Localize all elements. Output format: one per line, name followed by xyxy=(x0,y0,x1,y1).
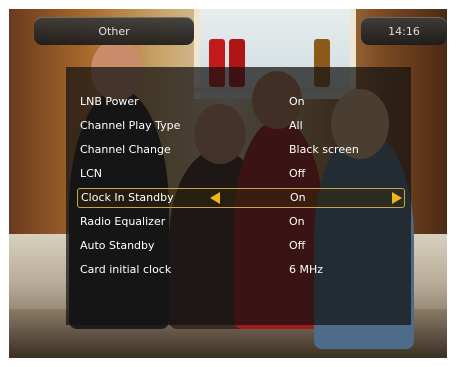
menu-item-label: Card initial clock xyxy=(80,263,172,276)
menu-item-channel-change[interactable]: Channel Change Black screen xyxy=(77,140,403,160)
menu-item-value: On xyxy=(289,95,305,108)
menu-item-clock-in-standby[interactable]: Clock In Standby On xyxy=(77,188,405,208)
menu-item-value: On xyxy=(290,191,306,204)
menu-item-lnb-power[interactable]: LNB Power On xyxy=(77,92,403,112)
menu-item-label: Radio Equalizer xyxy=(80,215,166,228)
menu-item-channel-play-type[interactable]: Channel Play Type All xyxy=(77,116,403,136)
menu-item-label: LCN xyxy=(80,167,103,180)
menu-item-auto-standby[interactable]: Auto Standby Off xyxy=(77,236,403,256)
menu-item-label: Clock In Standby xyxy=(81,191,174,204)
left-arrow-icon[interactable] xyxy=(210,192,220,204)
tv-screen: Other 14:16 LNB Power On Channel Play Ty… xyxy=(9,9,447,358)
menu-item-label: Channel Play Type xyxy=(80,119,181,132)
menu-item-label: LNB Power xyxy=(80,95,139,108)
menu-item-value: Off xyxy=(289,239,306,252)
clock-bar: 14:16 xyxy=(361,17,447,45)
menu-item-value: 6 MHz xyxy=(289,263,324,276)
settings-menu: LNB Power On Channel Play Type All Chann… xyxy=(66,67,411,325)
page-title: Other xyxy=(98,24,130,38)
right-arrow-icon[interactable] xyxy=(392,192,402,204)
menu-item-value: All xyxy=(289,119,303,132)
menu-item-value: Black screen xyxy=(289,143,359,156)
clock-time: 14:16 xyxy=(388,24,420,38)
menu-item-label: Auto Standby xyxy=(80,239,155,252)
menu-item-value: Off xyxy=(289,167,306,180)
menu-title-bar: Other xyxy=(34,17,194,45)
menu-item-card-initial-clock[interactable]: Card initial clock 6 MHz xyxy=(77,260,403,280)
menu-item-label: Channel Change xyxy=(80,143,171,156)
menu-item-lcn[interactable]: LCN Off xyxy=(77,164,403,184)
menu-item-radio-equalizer[interactable]: Radio Equalizer On xyxy=(77,212,403,232)
menu-item-value: On xyxy=(289,215,305,228)
